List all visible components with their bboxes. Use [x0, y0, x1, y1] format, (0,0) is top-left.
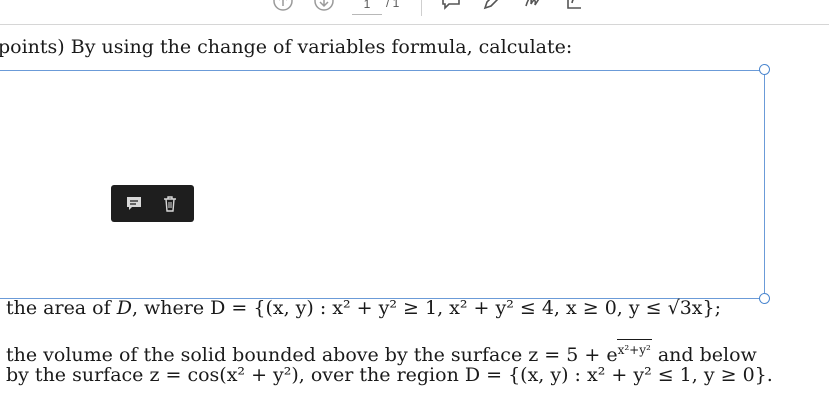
resize-handle-bottom-right[interactable] — [759, 293, 770, 304]
volume-exponent: x²+y² — [616, 339, 652, 360]
question-intro: points) By using the change of variables… — [0, 36, 573, 58]
toolbar-divider — [421, 0, 422, 16]
volume-question-line2: by the surface z = cos(x² + y²), over th… — [6, 364, 773, 386]
area-prefix: the area of — [6, 297, 117, 319]
area-question: the area of D, where D = {(x, y) : x² + … — [6, 296, 721, 320]
share-icon[interactable] — [564, 0, 586, 12]
pdf-toolbar: 1 / 1 — [0, 0, 829, 25]
resize-handle-top-right[interactable] — [759, 64, 770, 75]
area-formula: D = {(x, y) : x² + y² ≥ 1, x² + y² ≤ 4, … — [210, 297, 722, 319]
trash-icon[interactable] — [160, 194, 180, 214]
page-number-input[interactable]: 1 — [352, 0, 382, 15]
arrow-up-circle-icon[interactable] — [272, 0, 294, 12]
signature-icon[interactable] — [523, 0, 545, 12]
area-mid: , where — [131, 297, 211, 319]
annotation-popup-toolbar — [111, 185, 194, 222]
arrow-down-circle-icon[interactable] — [313, 0, 335, 12]
area-variable: D — [116, 297, 132, 319]
comment-icon[interactable] — [124, 194, 144, 214]
pen-icon[interactable] — [481, 0, 503, 12]
page-total: / 1 — [386, 0, 400, 10]
comment-icon[interactable] — [440, 0, 462, 12]
